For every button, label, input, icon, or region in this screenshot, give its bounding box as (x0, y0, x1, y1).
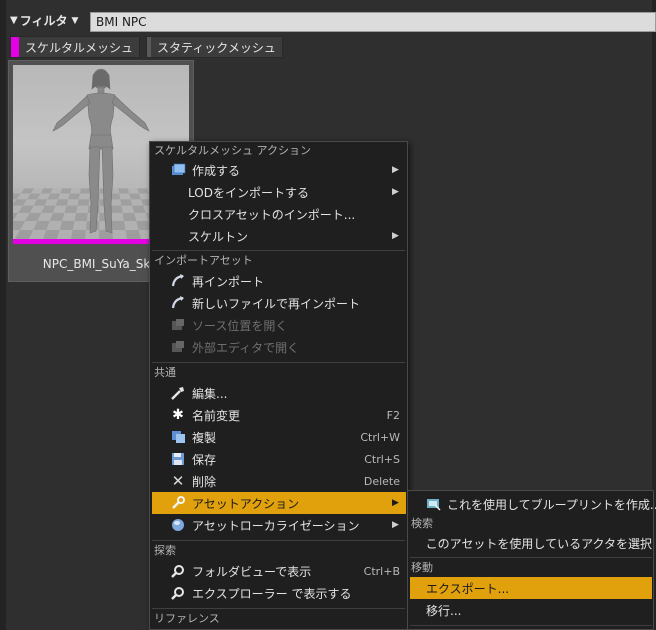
menu-item-open-external-editor: 外部エディタで開く (152, 336, 406, 358)
menu-item-label: 保存 (192, 452, 217, 467)
asset-actions-submenu: これを使用してブループリントを作成... 検索 このアセットを使用しているアクタ… (407, 490, 656, 630)
menu-section-skeletal-actions: スケルタルメッシュ アクション (154, 144, 311, 157)
chip-color-swatch (147, 37, 152, 57)
close-icon: ✕ (171, 472, 185, 490)
menu-item-shortcut: Ctrl+W (360, 430, 400, 444)
menu-divider (152, 608, 405, 609)
menu-item-import-lod[interactable]: LODをインポートする ▶ (152, 181, 406, 203)
menu-item-label: 外部エディタで開く (192, 340, 300, 355)
menu-item-label: LODをインポートする (188, 185, 309, 200)
menu-section-common: 共通 (154, 366, 176, 379)
edit-icon (170, 385, 186, 401)
menu-item-shortcut: F2 (386, 408, 400, 422)
chip-color-swatch (11, 37, 19, 57)
reimport-icon (170, 273, 186, 289)
submenu-section-move: 移動 (411, 561, 433, 574)
menu-section-search: 探索 (154, 544, 176, 557)
filter-chip-static-mesh[interactable]: スタティックメッシュ (146, 36, 283, 58)
menu-item-create[interactable]: 作成する ▶ (152, 159, 406, 181)
menu-item-show-in-folder-view[interactable]: フォルダビューで表示 Ctrl+B (152, 560, 406, 582)
external-editor-icon (170, 339, 186, 355)
menu-divider (410, 625, 652, 626)
menu-item-shortcut: Ctrl+B (363, 564, 400, 578)
menu-item-shortcut: Delete (363, 474, 400, 488)
funnel-icon: ▼ (10, 15, 18, 26)
menu-item-label: フォルダビューで表示 (192, 564, 312, 579)
chip-label: スケルタルメッシュ (25, 40, 134, 55)
blueprint-icon (426, 496, 441, 512)
menu-item-select-actors[interactable]: このアセットを使用しているアクタを選択 (410, 532, 652, 554)
menu-item-edit[interactable]: 編集... (152, 382, 406, 404)
panel-border-left (0, 0, 6, 630)
menu-item-show-in-explorer[interactable]: エクスプローラー で表示する (152, 582, 406, 604)
create-icon (170, 162, 186, 178)
submenu-arrow-icon: ▶ (392, 231, 399, 241)
menu-item-label: エクスプローラー で表示する (192, 586, 352, 601)
menu-item-asset-localization[interactable]: アセットローカライゼーション ▶ (152, 514, 406, 536)
menu-item-migrate[interactable]: 移行... (410, 599, 652, 621)
menu-item-duplicate[interactable]: 複製 Ctrl+W (152, 426, 406, 448)
submenu-section-search: 検索 (411, 517, 433, 530)
filter-chips: スケルタルメッシュ スタティックメッシュ (10, 36, 283, 58)
menu-section-reference: リファレンス (154, 612, 220, 625)
menu-item-label: 編集... (192, 386, 228, 401)
menu-item-import-cloth[interactable]: クロスアセットのインポート... (152, 203, 406, 225)
menu-item-label: エクスポート... (426, 581, 510, 596)
menu-item-label: ソース位置を開く (192, 318, 288, 333)
rename-icon: ✱ (172, 407, 184, 423)
menu-item-label: 削除 (192, 474, 217, 489)
globe-icon (170, 517, 186, 533)
menu-divider (410, 557, 652, 558)
menu-item-label: 作成する (192, 163, 241, 178)
filter-button-label: フィルタ (19, 14, 68, 28)
wrench-icon (170, 495, 186, 511)
chevron-down-icon: ▼ (71, 16, 79, 26)
filter-button[interactable]: ▼ フィルタ ▼ (10, 11, 88, 31)
menu-item-label: 新しいファイルで再インポート (192, 296, 361, 311)
chip-label: スタティックメッシュ (157, 40, 276, 55)
menu-item-skeleton[interactable]: スケルトン ▶ (152, 225, 406, 247)
menu-item-asset-actions[interactable]: アセットアクション ▶ (152, 492, 406, 514)
menu-item-save[interactable]: 保存 Ctrl+S (152, 448, 406, 470)
menu-item-delete[interactable]: ✕ 削除 Delete (152, 470, 406, 492)
menu-divider (152, 250, 405, 251)
menu-item-label: 名前変更 (192, 408, 241, 423)
menu-item-reimport[interactable]: 再インポート (152, 270, 406, 292)
context-menu: スケルタルメッシュ アクション 作成する ▶ LODをインポートする ▶ クロス… (149, 141, 408, 630)
menu-divider (152, 540, 405, 541)
filter-chip-skeletal-mesh[interactable]: スケルタルメッシュ (10, 36, 141, 58)
menu-item-reimport-new-file[interactable]: 新しいファイルで再インポート (152, 292, 406, 314)
search-icon (170, 563, 186, 579)
search-input[interactable]: BMI NPC (90, 12, 656, 32)
reimport-icon (170, 295, 186, 311)
menu-item-create-blueprint[interactable]: これを使用してブループリントを作成... (410, 493, 656, 515)
submenu-arrow-icon: ▶ (392, 498, 399, 508)
save-icon (170, 451, 186, 467)
search-icon (170, 585, 186, 601)
menu-item-shortcut: Ctrl+S (364, 452, 400, 466)
menu-item-export[interactable]: エクスポート... (410, 577, 652, 599)
duplicate-icon (170, 429, 186, 445)
menu-item-label: アセットアクション (192, 496, 300, 511)
submenu-arrow-icon: ▶ (392, 165, 399, 175)
menu-item-label: 移行... (426, 603, 462, 618)
menu-item-label: このアセットを使用しているアクタを選択 (425, 536, 652, 551)
menu-section-import-asset: インポートアセット (154, 254, 253, 267)
filter-bar: ▼ フィルタ ▼ BMI NPC (6, 9, 656, 33)
menu-item-label: 複製 (192, 430, 217, 445)
menu-item-label: スケルトン (188, 229, 249, 244)
menu-item-label: これを使用してブループリントを作成... (447, 497, 656, 512)
menu-item-open-source-location: ソース位置を開く (152, 314, 406, 336)
content-browser: ▼ フィルタ ▼ BMI NPC スケルタルメッシュ スタティックメッシュ NP… (0, 0, 656, 630)
menu-item-label: 再インポート (192, 274, 265, 289)
folder-open-icon (170, 317, 186, 333)
menu-divider (152, 362, 405, 363)
menu-item-rename[interactable]: ✱ 名前変更 F2 (152, 404, 406, 426)
submenu-arrow-icon: ▶ (392, 520, 399, 530)
menu-item-label: アセットローカライゼーション (192, 518, 360, 533)
submenu-arrow-icon: ▶ (392, 187, 399, 197)
menu-item-label: クロスアセットのインポート... (188, 207, 356, 222)
